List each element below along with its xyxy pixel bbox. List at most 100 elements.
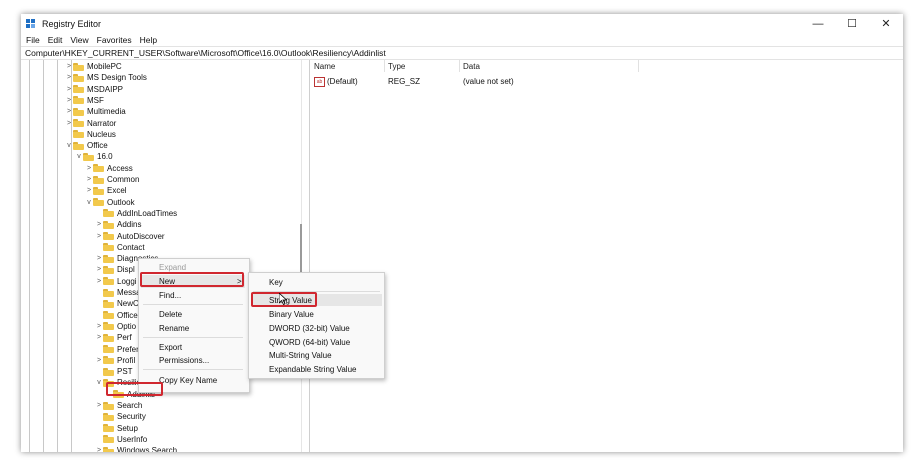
chevron-right-icon[interactable]: > (95, 221, 103, 228)
tree-item[interactable]: > Displ (95, 264, 135, 275)
context-menu-copy-key-name[interactable]: Copy Key Name (159, 376, 217, 385)
context-menu-permissions[interactable]: Permissions... (159, 356, 209, 365)
context-menu-find[interactable]: Find... (159, 291, 181, 300)
tree-item[interactable]: > Excel (85, 185, 127, 196)
chevron-right-icon[interactable]: > (95, 266, 103, 273)
column-type-header[interactable]: Type (388, 62, 405, 71)
tree-item[interactable]: > AutoDiscover (95, 231, 165, 242)
chevron-right-icon[interactable]: > (65, 108, 73, 115)
folder-icon (103, 412, 114, 421)
tree-item[interactable]: Contact (95, 242, 145, 253)
new-expandable-string-value-item[interactable]: Expandable String Value (269, 365, 356, 374)
tree-item[interactable]: > Multimedia (65, 106, 126, 117)
chevron-down-icon[interactable]: v (95, 379, 103, 386)
tree-item[interactable]: Prefer (95, 344, 139, 355)
tree-item[interactable]: > Optio (95, 321, 136, 332)
tree-item-label: Setup (117, 423, 138, 433)
tree-item[interactable]: Security (95, 411, 146, 422)
menu-file[interactable]: File (26, 35, 40, 45)
menu-edit[interactable]: Edit (48, 35, 63, 45)
chevron-right-icon[interactable]: > (95, 323, 103, 330)
new-multi-string-value-item[interactable]: Multi-String Value (269, 351, 332, 360)
tree-item[interactable]: > Narrator (65, 118, 116, 129)
chevron-right-icon[interactable]: > (95, 278, 103, 285)
tree-item-label: AutoDiscover (117, 231, 165, 241)
new-qword-value-item[interactable]: QWORD (64-bit) Value (269, 338, 350, 347)
tree-item[interactable]: > Access (85, 163, 133, 174)
context-menu-delete[interactable]: Delete (159, 310, 182, 319)
chevron-right-icon[interactable]: > (65, 97, 73, 104)
tree-item[interactable]: AddInLoadTimes (95, 208, 177, 219)
menu-separator (143, 337, 243, 338)
tree-item[interactable]: > Search (95, 400, 142, 411)
tree-item[interactable]: v Outlook (85, 197, 134, 208)
chevron-right-icon[interactable]: > (95, 334, 103, 341)
tree-item-label: NewC (117, 299, 139, 309)
chevron-right-icon[interactable]: > (65, 74, 73, 81)
key-tree[interactable]: > MobilePC > MS Design Tools > MSDAIPP > MSF > Mu… (21, 60, 309, 452)
tree-item[interactable]: UserInfo (95, 434, 147, 445)
tree-item[interactable]: v Office (65, 140, 108, 151)
folder-icon (103, 401, 114, 410)
chevron-right-icon[interactable]: > (85, 187, 93, 194)
folder-icon (103, 299, 114, 308)
minimize-button[interactable]: — (801, 14, 835, 33)
context-menu-export[interactable]: Export (159, 343, 182, 352)
column-data-header[interactable]: Data (463, 62, 480, 71)
new-binary-value-item[interactable]: Binary Value (269, 310, 314, 319)
chevron-right-icon[interactable]: > (65, 63, 73, 70)
chevron-right-icon[interactable]: > (95, 402, 103, 409)
tree-item[interactable]: Office (95, 310, 138, 321)
values-pane[interactable]: Name Type Data ab (Default) REG_SZ (value… (310, 60, 903, 452)
chevron-right-icon[interactable]: > (95, 447, 103, 452)
tree-item[interactable]: > Loggi (95, 276, 137, 287)
tree-item[interactable]: NewC (95, 298, 139, 309)
menu-help[interactable]: Help (140, 35, 157, 45)
folder-icon (103, 254, 114, 263)
folder-icon (103, 333, 114, 342)
folder-icon (103, 367, 114, 376)
menu-favorites[interactable]: Favorites (97, 35, 132, 45)
tree-item[interactable]: > MSF (65, 95, 104, 106)
tree-item[interactable]: Setup (95, 423, 138, 434)
context-menu-rename[interactable]: Rename (159, 324, 189, 333)
column-separator[interactable] (638, 60, 639, 72)
chevron-right-icon[interactable]: > (65, 86, 73, 93)
tree-item[interactable]: v 16.0 (75, 151, 112, 162)
tree-item[interactable]: > Profil (95, 355, 135, 366)
chevron-down-icon[interactable]: v (75, 153, 83, 160)
column-name-header[interactable]: Name (314, 62, 335, 71)
tree-guide-line (29, 60, 30, 452)
tree-item[interactable]: > Windows Search (95, 445, 177, 452)
tree-item-label: Loggi (117, 276, 137, 286)
chevron-right-icon[interactable]: > (85, 176, 93, 183)
column-separator[interactable] (459, 60, 460, 72)
folder-icon (93, 198, 104, 207)
close-button[interactable]: ✕ (869, 14, 903, 33)
tree-item[interactable]: > MSDAIPP (65, 84, 123, 95)
context-menu-expand[interactable]: Expand (159, 263, 186, 272)
chevron-down-icon[interactable]: v (85, 199, 93, 206)
column-separator[interactable] (384, 60, 385, 72)
maximize-button[interactable]: ☐ (835, 14, 869, 33)
new-dword-value-item[interactable]: DWORD (32-bit) Value (269, 324, 350, 333)
tree-item[interactable]: > MS Design Tools (65, 72, 147, 83)
tree-item[interactable]: > MobilePC (65, 61, 122, 72)
chevron-right-icon[interactable]: > (95, 233, 103, 240)
chevron-right-icon[interactable]: > (65, 120, 73, 127)
new-key-item[interactable]: Key (269, 278, 283, 287)
tree-item[interactable]: PST (95, 366, 133, 377)
chevron-right-icon[interactable]: > (85, 165, 93, 172)
chevron-down-icon[interactable]: v (65, 142, 73, 149)
chevron-right-icon[interactable]: > (95, 357, 103, 364)
tree-item[interactable]: Nucleus (65, 129, 116, 140)
tree-item[interactable]: > Addins (95, 219, 142, 230)
address-bar[interactable]: Computer\HKEY_CURRENT_USER\Software\Micr… (21, 46, 903, 60)
tree-item[interactable]: Messa (95, 287, 141, 298)
tree-item[interactable]: > Common (85, 174, 140, 185)
menu-view[interactable]: View (70, 35, 88, 45)
tree-item[interactable]: > Perf (95, 332, 132, 343)
tree-item-label: Windows Search (117, 446, 178, 452)
chevron-right-icon[interactable]: > (95, 255, 103, 262)
folder-icon (73, 85, 84, 94)
